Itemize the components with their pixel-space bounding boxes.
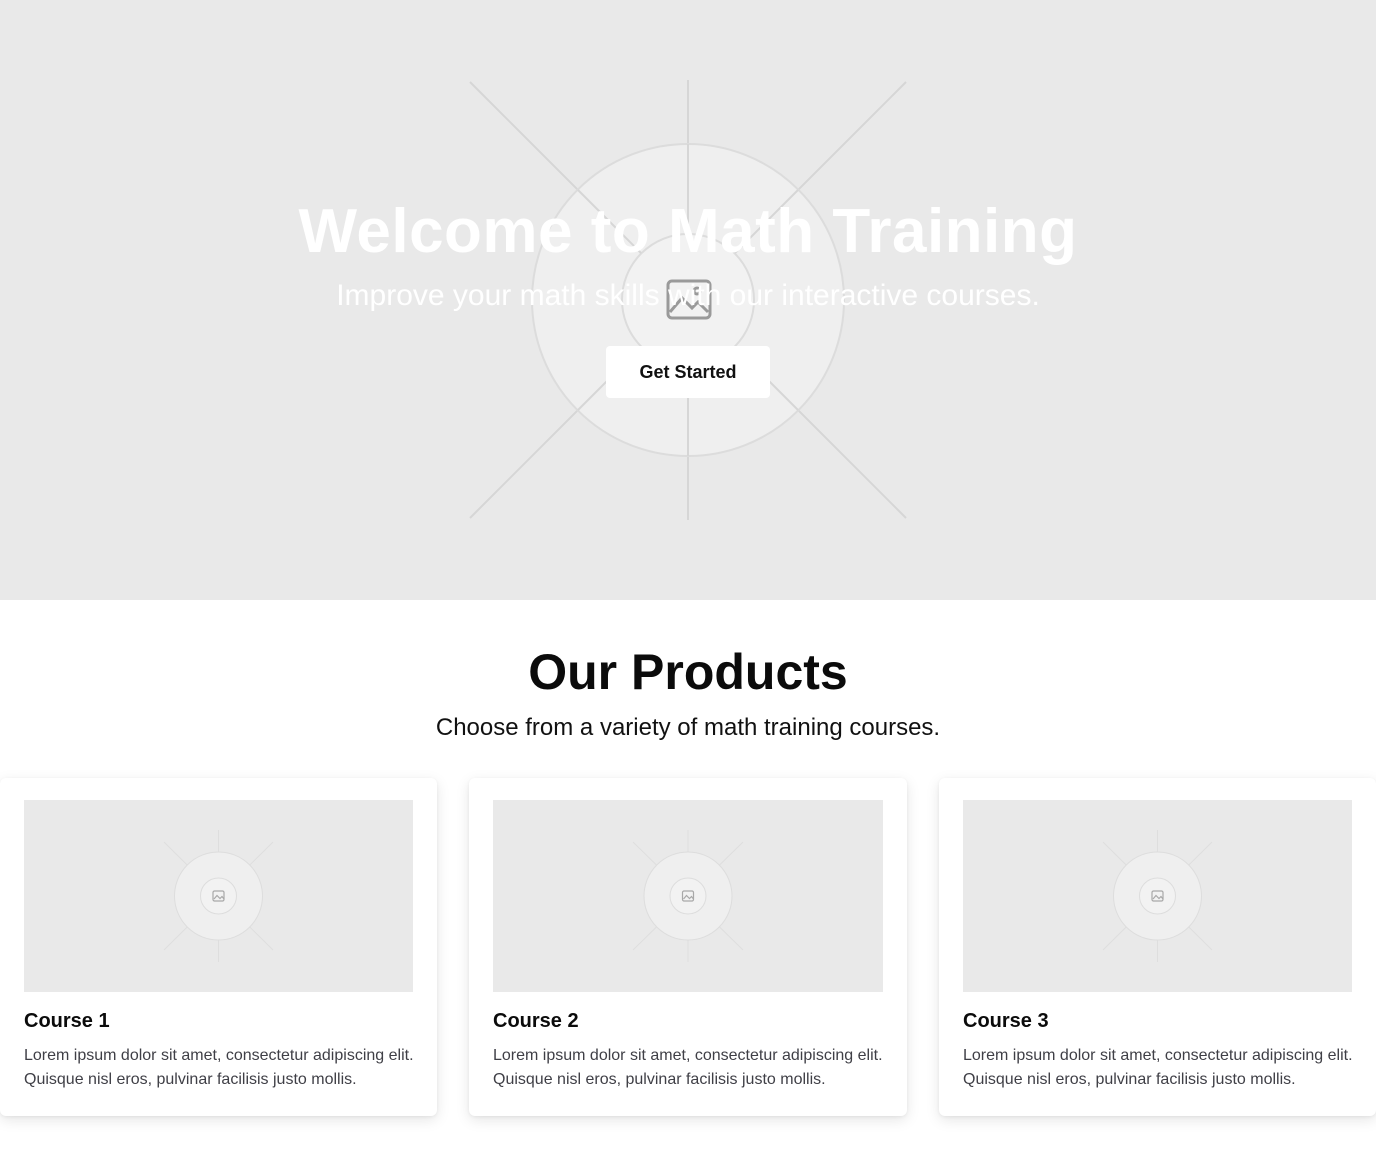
course-description: Lorem ipsum dolor sit amet, consectetur … xyxy=(963,1047,1353,1088)
products-subtitle: Choose from a variety of math training c… xyxy=(435,714,941,741)
hero-title: Welcome to Math Training xyxy=(298,197,1078,266)
course-description: Lorem ipsum dolor sit amet, consectetur … xyxy=(493,1047,883,1088)
course-image xyxy=(24,800,413,992)
course-description: Lorem ipsum dolor sit amet, consectetur … xyxy=(24,1047,414,1088)
course-card[interactable]: Course 3 Lorem ipsum dolor sit amet, con… xyxy=(939,778,1376,1116)
image-placeholder-icon xyxy=(632,830,744,962)
hero-subtitle: Improve your math skills with our intera… xyxy=(336,279,1040,312)
course-image xyxy=(963,800,1352,992)
image-placeholder-icon xyxy=(1102,830,1213,962)
products-section: Our Products Choose from a variety of ma… xyxy=(0,600,1376,1164)
get-started-button[interactable]: Get Started xyxy=(606,346,770,398)
course-card[interactable]: Course 2 Lorem ipsum dolor sit amet, con… xyxy=(469,778,907,1116)
course-image xyxy=(493,800,883,992)
course-title: Course 2 xyxy=(493,1010,579,1032)
products-title: Our Products xyxy=(528,644,848,700)
course-title: Course 1 xyxy=(24,1010,110,1032)
hero-section: Welcome to Math Training Improve your ma… xyxy=(0,0,1376,600)
image-placeholder-icon xyxy=(163,830,274,962)
course-title: Course 3 xyxy=(963,1010,1049,1032)
course-card[interactable]: Course 1 Lorem ipsum dolor sit amet, con… xyxy=(0,778,437,1116)
